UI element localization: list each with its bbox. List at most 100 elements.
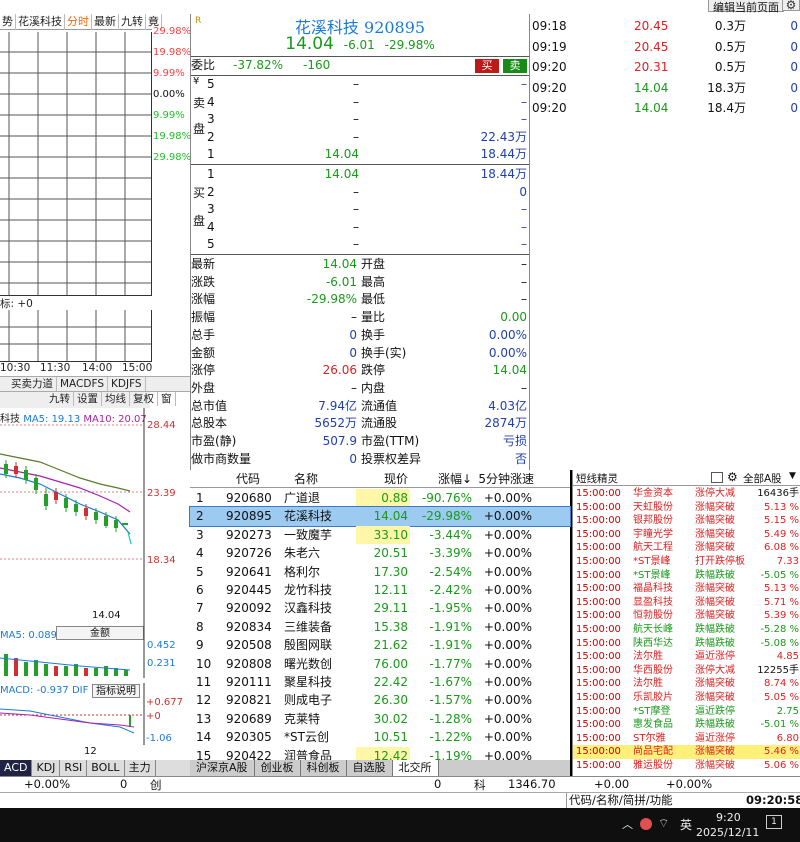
sell-level-row[interactable]: 4 – – <box>191 94 529 112</box>
stat-label: 市盈(TTM) <box>361 434 420 448</box>
chevron-up-icon[interactable]: ︿ <box>622 816 633 832</box>
level-price: – <box>353 77 359 91</box>
status-val2: 0 <box>434 777 442 791</box>
row-price: 33.10 <box>356 525 410 545</box>
table-row[interactable]: 5 920641 格利尔 17.30 -2.54% +0.00% <box>190 563 570 581</box>
tab-adjust[interactable]: 复权 <box>130 392 158 406</box>
table-row[interactable]: 10 920808 曙光数创 76.00 -1.77% +0.00% <box>190 655 570 673</box>
tab-settings[interactable]: 设置 <box>74 392 102 406</box>
col-pct[interactable]: 涨幅↓ <box>412 470 472 488</box>
table-row[interactable]: 4 920726 朱老六 20.51 -3.39% +0.00% <box>190 544 570 562</box>
tab-main-force[interactable]: 主力 <box>125 760 156 776</box>
stat-label: 最低 <box>361 292 386 307</box>
list-item[interactable]: 15:00:00 *ST景峰 跌幅跌破 -5.05 % <box>573 569 800 583</box>
table-row[interactable]: 1 920680 广道退 0.88 -90.76% +0.00% <box>190 489 570 508</box>
buy-level-row[interactable]: 1 14.04 18.44万 <box>191 166 529 184</box>
list-item[interactable]: 15:00:00 航天工程 涨幅突破 6.08 % <box>573 541 800 555</box>
table-row[interactable]: 14 920305 *ST云创 10.51 -1.22% +0.00% <box>190 728 570 746</box>
buy-button[interactable]: 买 <box>475 59 499 73</box>
list-item[interactable]: 15:00:00 天虹股份 涨幅突破 5.13 % <box>573 501 800 515</box>
tab-kdjfs[interactable]: KDJFS <box>108 377 146 391</box>
col-code[interactable]: 代码 <box>236 470 260 488</box>
edit-page-button[interactable]: 编辑当前页面 <box>708 0 784 14</box>
list-item[interactable]: 15:00:00 法尔胜 涨幅突破 8.74 % <box>573 677 800 691</box>
table-row[interactable]: 6 920445 龙竹科技 12.11 -2.42% +0.00% <box>190 581 570 599</box>
elf-layout-icon[interactable] <box>711 472 723 483</box>
app-tray-icon[interactable] <box>640 818 652 830</box>
list-item[interactable]: 15:00:00 银邦股份 涨幅突破 5.15 % <box>573 514 800 528</box>
tab-star[interactable]: 科创板 <box>301 760 347 776</box>
list-item[interactable]: 15:00:00 显盈科技 涨幅突破 5.71 % <box>573 596 800 610</box>
list-item[interactable]: 15:00:00 恒勃股份 涨幅突破 5.39 % <box>573 609 800 623</box>
search-input[interactable]: 代码/名称/简拼/功能 <box>566 793 744 808</box>
tray-date[interactable]: 2025/12/11 <box>696 826 759 839</box>
elf-filter-select[interactable]: 全部A股 <box>743 471 782 486</box>
tab-latest[interactable]: 最新 <box>92 14 119 30</box>
tab-window[interactable]: 窗 <box>158 392 176 406</box>
list-header: 代码 名称 现价 涨幅↓ 5分钟涨速 <box>190 470 570 488</box>
tab-nine-turn[interactable]: 九转 <box>119 14 146 30</box>
kline-toolbar: 九转 设置 均线 复权窗 <box>0 392 176 408</box>
tab-boll[interactable]: BOLL <box>87 760 125 776</box>
col-name[interactable]: 名称 <box>294 470 318 488</box>
list-item[interactable]: 15:00:00 雅运股份 涨幅突破 5.06 % <box>573 759 800 773</box>
list-item[interactable]: 15:00:00 惠发食品 跌幅跌破 -5.01 % <box>573 718 800 732</box>
tray-time[interactable]: 9:20 <box>716 811 741 824</box>
tab-kdj[interactable]: KDJ <box>32 760 61 776</box>
table-row[interactable]: 11 920111 聚星科技 22.42 -1.67% +0.00% <box>190 673 570 691</box>
buy-level-row[interactable]: 2 – 0 <box>191 184 529 202</box>
sell-button[interactable]: 卖 <box>503 59 527 73</box>
list-item[interactable]: 15:00:00 法尔胜 逼近涨停 4.85 <box>573 650 800 664</box>
sell-level-row[interactable]: 2 – 22.43万 <box>191 129 529 147</box>
chevron-down-icon[interactable]: ▼ <box>789 471 796 481</box>
tab-trend[interactable]: 势 <box>0 14 16 30</box>
tick-price: 20.31 <box>634 60 669 74</box>
col-speed[interactable]: 5分钟涨速 <box>464 470 534 488</box>
tab-intraday[interactable]: 分时 <box>65 14 92 30</box>
tab-macd[interactable]: ACD <box>0 760 33 776</box>
table-row[interactable]: 13 920689 克莱特 30.02 -1.28% +0.00% <box>190 710 570 728</box>
tab-rsi[interactable]: RSI <box>60 760 88 776</box>
tab-macdfs[interactable]: MACDFS <box>57 377 108 391</box>
list-item[interactable]: 15:00:00 乐凯胶片 涨幅突破 5.05 % <box>573 691 800 705</box>
tab-nine-turn-k[interactable]: 九转 <box>46 392 74 406</box>
buy-level-row[interactable]: 4 – – <box>191 219 529 237</box>
tab-buysell-power[interactable]: 买卖力道 <box>8 377 57 391</box>
list-item[interactable]: 15:00:00 陕西华达 跌幅跌破 -5.08 % <box>573 637 800 651</box>
sell-level-row[interactable]: 5 – – <box>191 76 529 94</box>
buy-level-row[interactable]: 5 – – <box>191 236 529 254</box>
sell-level-row[interactable]: 3 – – <box>191 111 529 129</box>
table-row[interactable]: 3 920273 一致魔芋 33.10 -3.44% +0.00% <box>190 525 570 545</box>
list-item[interactable]: 15:00:00 福晶科技 涨幅突破 5.13 % <box>573 582 800 596</box>
table-row[interactable]: 2 920895 花溪科技 14.04 -29.98% +0.00% <box>189 506 571 527</box>
buy-level-row[interactable]: 3 – – <box>191 201 529 219</box>
list-item[interactable]: 15:00:00 尚品宅配 涨幅突破 5.46 % <box>573 745 800 759</box>
list-item[interactable]: 15:00:00 *ST景峰 打开跌停板 7.33 <box>573 555 800 569</box>
ime-indicator[interactable]: 英 <box>680 816 692 833</box>
tab-bse[interactable]: 北交所 <box>392 760 439 776</box>
row-speed: +0.00% <box>483 491 532 505</box>
elf-stock: 华金资本 <box>633 488 673 499</box>
wifi-icon[interactable]: ⌔ <box>658 816 669 831</box>
table-row[interactable]: 12 920821 则成电子 26.30 -1.57% +0.00% <box>190 691 570 709</box>
list-item[interactable]: 15:00:00 华金资本 涨停大减 16436手 <box>573 487 800 501</box>
table-row[interactable]: 7 920092 汉鑫科技 29.11 -1.95% +0.00% <box>190 599 570 617</box>
tab-watchlist[interactable]: 自选股 <box>347 760 393 776</box>
notification-icon[interactable]: 1 <box>766 815 782 829</box>
tab-sh-sz-bj[interactable]: 沪深京A股 <box>190 760 255 776</box>
table-row[interactable]: 8 920834 三维装备 15.38 -1.91% +0.00% <box>190 618 570 636</box>
table-row[interactable]: 9 920508 殷图网联 21.62 -1.91% +0.00% <box>190 636 570 654</box>
list-item[interactable]: 15:00:00 *ST摩登 逼近跌停 2.75 <box>573 705 800 719</box>
list-item[interactable]: 15:00:00 宇瞳光学 涨幅突破 5.49 % <box>573 528 800 542</box>
sell-level-row[interactable]: 1 14.04 18.44万 <box>191 146 529 164</box>
tab-chinext[interactable]: 创业板 <box>255 760 301 776</box>
list-item[interactable]: 15:00:00 ST尔雅 逼近涨停 6.80 <box>573 732 800 746</box>
list-item[interactable]: 15:00:00 航天长峰 跌幅跌破 -5.28 % <box>573 623 800 637</box>
tab-stock-name[interactable]: 花溪科技 <box>16 14 65 30</box>
gear-icon[interactable]: ⚙ <box>782 0 800 12</box>
row-pct: -1.77% <box>429 656 472 671</box>
elf-gear-icon[interactable]: ⚙ <box>727 470 738 484</box>
col-price[interactable]: 现价 <box>356 470 410 488</box>
tab-ma[interactable]: 均线 <box>102 392 130 406</box>
list-item[interactable]: 15:00:00 华西股份 涨停大减 12255手 <box>573 664 800 678</box>
